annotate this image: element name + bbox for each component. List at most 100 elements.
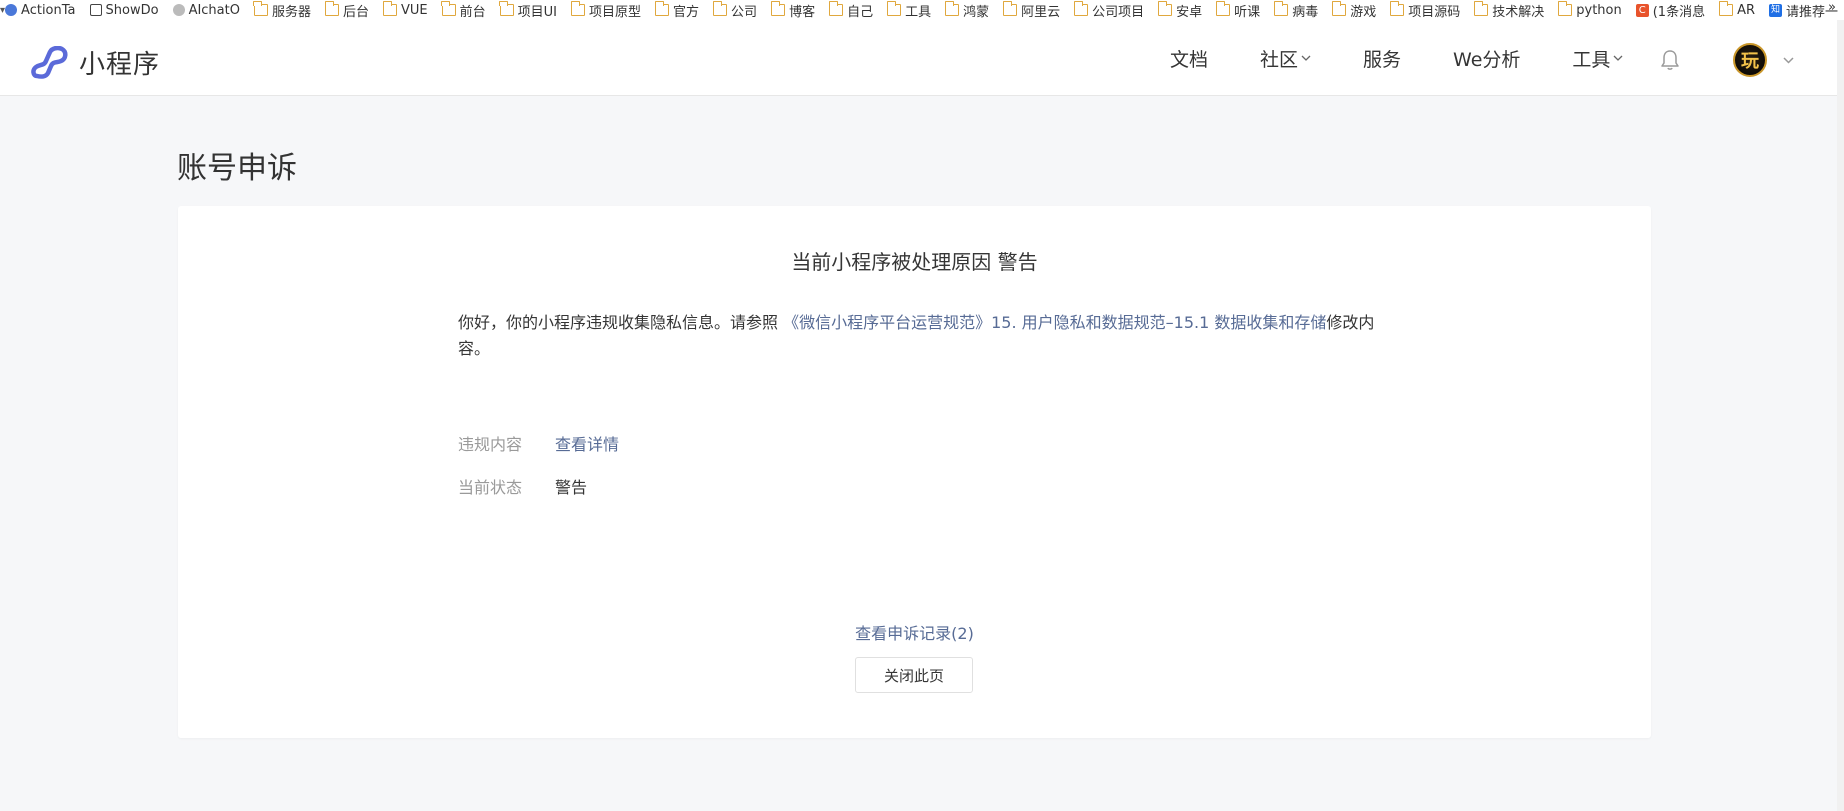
bookmark-label: AIchatO	[188, 2, 240, 18]
bookmark-item[interactable]: 官方	[654, 1, 700, 20]
bookmark-label: ActionTa	[21, 2, 76, 18]
chevron-down-icon[interactable]	[1782, 54, 1795, 67]
bookmark-label: python	[1576, 2, 1622, 18]
bookmark-label: 项目原型	[589, 4, 642, 20]
folder-icon	[324, 1, 339, 16]
bookmark-item[interactable]: 阿里云	[1002, 1, 1060, 20]
violation-content-row: 违规内容 查看详情	[458, 431, 619, 455]
chevron-down-icon	[1613, 55, 1623, 61]
logo[interactable]: 小程序	[31, 44, 160, 81]
bookmark-item[interactable]: 公司项目	[1073, 1, 1145, 20]
folder-icon	[1718, 1, 1734, 16]
bookmark-item[interactable]: 游戏	[1331, 1, 1377, 20]
bookmark-label: 服务器	[271, 4, 311, 20]
view-details-link[interactable]: 查看详情	[555, 431, 619, 455]
folder-icon	[1473, 1, 1489, 16]
folder-icon	[1331, 1, 1347, 16]
folder-icon	[712, 1, 728, 16]
bookmark-label: 公司项目	[1092, 4, 1145, 20]
bookmark-label: 官方	[673, 4, 700, 20]
folder-icon	[1215, 1, 1231, 16]
nav-label: 社区	[1260, 48, 1299, 71]
bookmark-label: 安卓	[1176, 4, 1203, 20]
folder-icon	[1389, 1, 1405, 16]
bookmark-item[interactable]: AIchatO	[172, 2, 240, 18]
bookmark-item[interactable]: 项目原型	[570, 1, 642, 20]
card-title: 当前小程序被处理原因 警告	[791, 250, 1038, 274]
bookmark-item[interactable]: 后台	[324, 1, 370, 20]
bookmark-item[interactable]: 病毒	[1273, 1, 1319, 20]
avatar-text: 玩	[1741, 51, 1759, 72]
bookmark-item[interactable]: C (1条消息	[1635, 1, 1706, 20]
bookmarks-more-button[interactable]: »	[1828, 0, 1836, 15]
miniprogram-logo-icon	[31, 45, 68, 79]
bookmark-label: 鸿蒙	[963, 4, 990, 20]
folder-icon	[1273, 1, 1289, 16]
bookmark-item[interactable]: 服务器	[253, 1, 311, 20]
appeal-records-label: 查看申诉记录(2)	[855, 624, 974, 643]
action-icon	[5, 4, 18, 16]
nav-services[interactable]: 服务	[1363, 45, 1401, 72]
folder-icon	[1073, 1, 1089, 16]
bookmark-label: 公司	[731, 4, 758, 20]
bookmark-item[interactable]: ActionTa	[5, 2, 76, 18]
user-avatar[interactable]: 玩	[1733, 43, 1767, 77]
bookmark-item[interactable]: 项目UI	[499, 1, 557, 20]
bookmark-item[interactable]: 技术解决	[1473, 1, 1544, 20]
folder-icon	[570, 1, 586, 16]
bookmark-item[interactable]: 听课	[1215, 1, 1261, 20]
nav-tools[interactable]: 工具	[1572, 45, 1623, 72]
nav-community[interactable]: 社区	[1260, 45, 1311, 72]
appeal-records-link[interactable]: 查看申诉记录(2)	[178, 620, 1651, 644]
bell-icon[interactable]	[1658, 48, 1682, 72]
page-scrollbar[interactable]	[1837, 20, 1844, 811]
bookmark-item[interactable]: 项目源码	[1389, 1, 1461, 20]
bookmark-label: 前台	[459, 4, 486, 20]
chevron-down-icon	[1301, 55, 1311, 61]
bookmark-list: ActionTa ShowDo AIchatO 服务器 后台 VUE 前台 项目UI 项目原型 官…	[5, 1, 1844, 20]
csdn-icon: C	[1635, 3, 1649, 17]
bookmark-label: VUE	[401, 2, 428, 18]
bookmark-label: 后台	[343, 4, 370, 20]
bookmark-label: (1条消息	[1652, 4, 1706, 20]
folder-icon	[253, 1, 268, 16]
page-title: 账号申诉	[177, 151, 297, 186]
nav-docs[interactable]: 文档	[1170, 45, 1208, 72]
folder-icon	[441, 1, 456, 16]
appeal-card: 当前小程序被处理原因 警告 你好，你的小程序违规收集隐私信息。请参照 《微信小程…	[178, 206, 1651, 738]
regulation-link[interactable]: 《微信小程序平台运营规范》15. 用户隐私和数据规范–15.1 数据收集和存储	[783, 313, 1326, 332]
bookmark-item[interactable]: 前台	[441, 1, 486, 20]
bookmark-label: 项目源码	[1408, 4, 1461, 20]
bookmark-item[interactable]: 工具	[886, 1, 932, 20]
nav-label: 服务	[1363, 48, 1402, 71]
bookmark-item[interactable]: 安卓	[1157, 1, 1203, 20]
doc-icon	[89, 4, 102, 16]
folder-icon	[944, 1, 960, 16]
bookmark-label: 工具	[905, 4, 932, 20]
notice-prefix: 你好，你的小程序违规收集隐私信息。请参照	[458, 313, 779, 332]
bookmark-item[interactable]: python	[1557, 1, 1622, 18]
bookmark-item[interactable]: 自己	[828, 1, 873, 20]
logo-text: 小程序	[79, 50, 161, 80]
bookmark-item[interactable]: 博客	[770, 1, 815, 20]
folder-icon	[770, 1, 786, 16]
bookmark-item[interactable]: AR	[1718, 1, 1756, 18]
bookmark-label: 听课	[1234, 4, 1261, 20]
nav-label: We分析	[1453, 48, 1521, 71]
nav-we-analytics[interactable]: We分析	[1453, 45, 1520, 72]
close-page-button[interactable]: 关闭此页	[855, 657, 973, 693]
folder-icon	[654, 1, 670, 16]
violation-notice: 你好，你的小程序违规收集隐私信息。请参照 《微信小程序平台运营规范》15. 用户…	[458, 310, 1378, 362]
bookmark-item[interactable]: 公司	[712, 1, 758, 20]
folder-icon	[828, 1, 844, 16]
folder-icon	[1557, 1, 1573, 16]
bookmark-label: AR	[1737, 2, 1756, 18]
bookmark-item[interactable]: ShowDo	[89, 3, 159, 18]
bookmark-label: 病毒	[1292, 4, 1319, 20]
nav-label: 文档	[1170, 48, 1209, 71]
bookmarks-bar: ▾ ActionTa ShowDo AIchatO 服务器 后台 VUE 前台 项目UI 项目原…	[0, 0, 1844, 20]
bookmark-item[interactable]: 鸿蒙	[944, 1, 990, 20]
current-status-label: 当前状态	[458, 478, 523, 497]
bookmark-label: 游戏	[1350, 4, 1377, 20]
bookmark-item[interactable]: VUE	[382, 1, 428, 18]
